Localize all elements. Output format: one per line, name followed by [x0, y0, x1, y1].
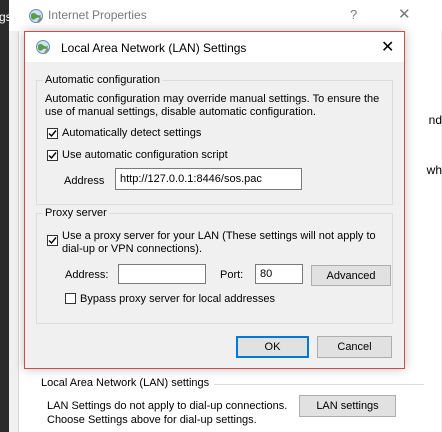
internet-properties-title: Internet Properties [48, 8, 147, 22]
script-address-label: Address [64, 175, 105, 187]
close-icon[interactable]: ✕ [381, 37, 394, 57]
auto-config-description: use of manual settings, disable automati… [45, 106, 316, 118]
checkmark-icon [48, 130, 57, 138]
proxy-address-input[interactable] [118, 264, 206, 284]
checkmark-icon [48, 152, 57, 160]
checkmark-icon [48, 237, 57, 245]
lan-info-text: LAN Settings do not apply to dial-up con… [47, 400, 288, 412]
bypass-local-label[interactable]: Bypass proxy server for local addresses [80, 293, 275, 305]
group-title: Proxy server [43, 207, 109, 219]
close-icon[interactable]: ✕ [398, 5, 411, 23]
script-address-input[interactable]: http://127.0.0.1:8446/sos.pac [115, 168, 302, 190]
bypass-local-checkbox[interactable] [65, 293, 76, 304]
background-desktop-strip [0, 0, 9, 432]
globe-icon [36, 40, 50, 54]
use-config-script-checkbox[interactable] [47, 150, 58, 161]
cancel-button[interactable]: Cancel [317, 336, 392, 358]
auto-detect-label[interactable]: Automatically detect settings [62, 127, 201, 139]
port-input[interactable]: 80 [255, 264, 303, 284]
proxy-address-label: Address: [65, 269, 109, 281]
globe-icon [29, 9, 43, 23]
auto-detect-checkbox[interactable] [47, 128, 58, 139]
ok-button[interactable]: OK [236, 336, 309, 358]
group-title: Automatic configuration [43, 74, 162, 86]
dialog-title: Local Area Network (LAN) Settings [61, 41, 247, 55]
port-label: Port: [220, 269, 244, 281]
lan-settings-group-title: Local Area Network (LAN) settings [41, 377, 210, 389]
auto-config-description: Automatic configuration may override man… [45, 93, 380, 105]
lan-info-text: Choose Settings above for dial-up settin… [47, 414, 257, 426]
lan-settings-dialog: Local Area Network (LAN) Settings ✕ Auto… [24, 31, 405, 369]
use-config-script-label[interactable]: Use automatic configuration script [62, 149, 228, 161]
advanced-button[interactable]: Advanced [311, 265, 391, 286]
use-proxy-label[interactable]: Use a proxy server for your LAN (These s… [62, 230, 376, 242]
group-divider [214, 384, 424, 385]
lan-settings-button[interactable]: LAN settings [299, 395, 396, 417]
clipped-text: wh [426, 163, 442, 177]
use-proxy-checkbox[interactable] [47, 235, 58, 246]
use-proxy-label[interactable]: dial-up or VPN connections). [62, 243, 202, 255]
clipped-text: nd [428, 113, 442, 127]
help-icon[interactable]: ? [350, 7, 357, 22]
